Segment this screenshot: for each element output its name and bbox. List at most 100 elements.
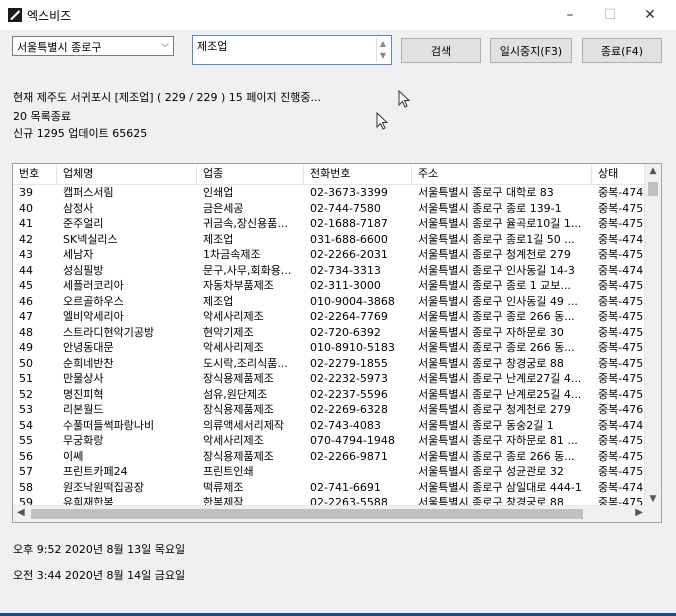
table-row[interactable]: 54 수풀떠들썩파랑나비 의류액세서리제작 02-743-4083 서울특별시 종로구 … <box>13 418 649 434</box>
cell-industry: 1차금속제조 <box>203 248 261 261</box>
cell-phone: 02-2237-5596 <box>310 387 388 401</box>
table-row[interactable]: 44 성심필방 문구,사무,회화용... 02-734-3313 서울특별시 종로구 인… <box>13 263 649 279</box>
search-button[interactable]: 검색 <box>401 38 481 63</box>
cell-company: 만물상사 <box>63 372 104 385</box>
table-row[interactable]: 49 안녕동대문 악세사리제조 010-8910-5183 서울특별시 종로구 종로 2… <box>13 340 649 356</box>
cell-status: 중복-4749 <box>598 186 649 199</box>
table-row[interactable]: 58 원조낙원떡집공장 떡류제조 02-741-6691 서울특별시 종로구 삼일대로 … <box>13 480 649 496</box>
scroll-down-icon[interactable]: ▼ <box>645 494 661 504</box>
spin-up-icon[interactable]: ▲ <box>377 38 389 50</box>
cell-phone: 02-720-6392 <box>310 325 381 339</box>
vertical-scrollbar[interactable]: ▲ ▼ <box>644 164 661 506</box>
region-select[interactable]: 서울특별시 종로구 ⌵ <box>12 36 174 56</box>
cell-phone: 02-2264-7769 <box>310 310 388 323</box>
cell-phone: 010-9004-3868 <box>310 294 395 308</box>
table-row[interactable]: 48 스트라디현악기공방 현악기제조 02-720-6392 서울특별시 종로구 자하문… <box>13 325 649 341</box>
cell-company: 준주얼리 <box>63 217 104 230</box>
cell-status: 중복-4762 <box>598 403 649 416</box>
table-row[interactable]: 56 이쎄 장식용제품제조 02-2266-9871 서울특별시 종로구 종로 266 … <box>13 449 649 465</box>
cell-phone: 02-743-4083 <box>310 418 381 432</box>
cell-industry: 제조업 <box>203 232 234 246</box>
cell-industry: 섬유,원단제조 <box>203 387 268 401</box>
horizontal-scrollbar[interactable]: ◀ ▶ <box>13 505 647 522</box>
spin-buttons[interactable]: ▲ ▼ <box>376 38 389 62</box>
column-header-status[interactable]: 상태 <box>592 164 649 184</box>
cell-industry: 자동차부품제조 <box>203 279 274 292</box>
table-row[interactable]: 42 SK넥실리스 제조업 031-688-6600 서울특별시 종로구 종로1길 50… <box>13 232 649 248</box>
cell-status: 중복-4750 <box>598 434 649 447</box>
cell-industry: 악세사리제조 <box>203 434 264 447</box>
keyword-input[interactable]: 제조업 ▲ ▼ <box>192 35 392 65</box>
cell-phone: 010-8910-5183 <box>310 341 395 354</box>
cell-company: 프린트카페24 <box>63 465 128 478</box>
scroll-right-icon[interactable]: ▶ <box>635 507 643 518</box>
cell-number: 51 <box>19 372 33 385</box>
table-row[interactable]: 45 세플러코리아 자동차부품제조 02-311-3000 서울특별시 종로구 종로 1… <box>13 278 649 294</box>
cell-status: 중복-4756 <box>598 341 649 354</box>
table-row[interactable]: 52 명진피혁 섬유,원단제조 02-2237-5596 서울특별시 종로구 난계로25… <box>13 387 649 403</box>
exit-button[interactable]: 종료(F4) <box>582 38 662 63</box>
cell-company: 무궁화랑 <box>63 434 104 447</box>
table-body: 39 캡퍼스서림 인쇄업 02-3673-3399 서울특별시 종로구 대학로 83 중복… <box>13 185 649 522</box>
cell-address: 서울특별시 종로구 성균관로 32 <box>418 465 564 478</box>
cell-address: 서울특별시 종로구 난계로27길 4... <box>418 372 582 385</box>
vertical-scroll-thumb[interactable] <box>648 182 658 196</box>
spin-down-icon[interactable]: ▼ <box>377 50 389 62</box>
cell-number: 47 <box>19 310 33 323</box>
cell-industry: 제조업 <box>203 294 234 308</box>
column-header-number[interactable]: 번호 <box>13 164 57 184</box>
horizontal-scroll-thumb[interactable] <box>31 509 583 519</box>
results-table[interactable]: 번호 업체명 업종 전화번호 주소 상태 39 캡퍼스서림 인쇄업 02-3673-3… <box>12 163 662 523</box>
log-line: 오전 3:44 2020년 8월 14일 금요일 <box>13 569 186 582</box>
table-row[interactable]: 43 세남자 1차금속제조 02-2266-2031 서울특별시 종로구 청계천로 27… <box>13 247 649 263</box>
cell-company: 세남자 <box>63 248 94 261</box>
cell-company: 이쎄 <box>63 449 84 463</box>
cell-number: 50 <box>19 356 33 370</box>
cell-number: 45 <box>19 279 33 292</box>
column-header-company[interactable]: 업체명 <box>57 164 197 184</box>
keyword-input-value: 제조업 <box>197 40 228 53</box>
cell-industry: 금은세공 <box>203 201 244 215</box>
cell-address: 서울특별시 종로구 종로 1 교보... <box>418 279 571 292</box>
minimize-button[interactable]: – <box>550 0 590 30</box>
cell-phone: 02-2279-1855 <box>310 356 388 370</box>
cell-number: 57 <box>19 465 33 478</box>
table-row[interactable]: 47 엘비악세리아 악세사리제조 02-2264-7769 서울특별시 종로구 종로 2… <box>13 309 649 325</box>
scroll-left-icon[interactable]: ◀ <box>17 507 25 518</box>
cell-address: 서울특별시 종로구 난계로25길 4... <box>418 387 582 401</box>
scroll-up-icon[interactable]: ▲ <box>645 166 661 176</box>
cell-industry: 귀금속,장신용품... <box>203 217 288 230</box>
column-header-phone[interactable]: 전화번호 <box>304 164 412 184</box>
cell-status: 중복-4754 <box>598 325 649 339</box>
table-row[interactable]: 50 순희네반찬 도시락,조리식품... 02-2279-1855 서울특별시 종로구 … <box>13 356 649 372</box>
app-logo-icon <box>8 8 22 22</box>
cell-status: 중복-4749 <box>598 232 649 246</box>
cell-company: 안녕동대문 <box>63 341 114 354</box>
pause-button[interactable]: 일시중지(F3) <box>490 38 572 63</box>
table-row[interactable]: 40 삼정사 금은세공 02-744-7580 서울특별시 종로구 종로 139-1 중복… <box>13 201 649 217</box>
cell-company: 원조낙원떡집공장 <box>63 480 144 494</box>
cell-number: 55 <box>19 434 33 447</box>
table-row[interactable]: 41 준주얼리 귀금속,장신용품... 02-1688-7187 서울특별시 종로구 율… <box>13 216 649 232</box>
maximize-button[interactable]: ☐ <box>590 0 630 30</box>
cell-status: 중복-4751 <box>598 387 649 401</box>
column-header-industry[interactable]: 업종 <box>197 164 304 184</box>
table-row[interactable]: 55 무궁화랑 악세사리제조 070-4794-1948 서울특별시 종로구 자하문로 … <box>13 433 649 449</box>
cell-status: 중복-4749 <box>598 480 649 494</box>
table-row[interactable]: 46 오르골하우스 제조업 010-9004-3868 서울특별시 종로구 인사동길 4… <box>13 294 649 310</box>
cell-industry: 도시락,조리식품... <box>203 356 288 370</box>
close-button[interactable]: ✕ <box>630 0 670 30</box>
cell-address: 서울특별시 종로구 종로 266 동... <box>418 310 575 323</box>
cell-industry: 프린트인쇄 <box>203 465 254 478</box>
cell-industry: 장식용제품제조 <box>203 403 274 416</box>
cell-company: 캡퍼스서림 <box>63 186 114 199</box>
table-row[interactable]: 39 캡퍼스서림 인쇄업 02-3673-3399 서울특별시 종로구 대학로 83 중복… <box>13 185 649 201</box>
cell-industry: 인쇄업 <box>203 186 234 199</box>
table-row[interactable]: 57 프린트카페24 프린트인쇄 서울특별시 종로구 성균관로 32 중복-4751 <box>13 464 649 480</box>
column-header-address[interactable]: 주소 <box>412 164 592 184</box>
table-row[interactable]: 51 만물상사 장식용제품제조 02-2232-5973 서울특별시 종로구 난계로27… <box>13 371 649 387</box>
scroll-corner <box>645 506 661 522</box>
cell-company: 엘비악세리아 <box>63 310 124 323</box>
cell-number: 40 <box>19 201 33 215</box>
table-row[interactable]: 53 리본월드 장식용제품제조 02-2269-6328 서울특별시 종로구 청계천로 … <box>13 402 649 418</box>
